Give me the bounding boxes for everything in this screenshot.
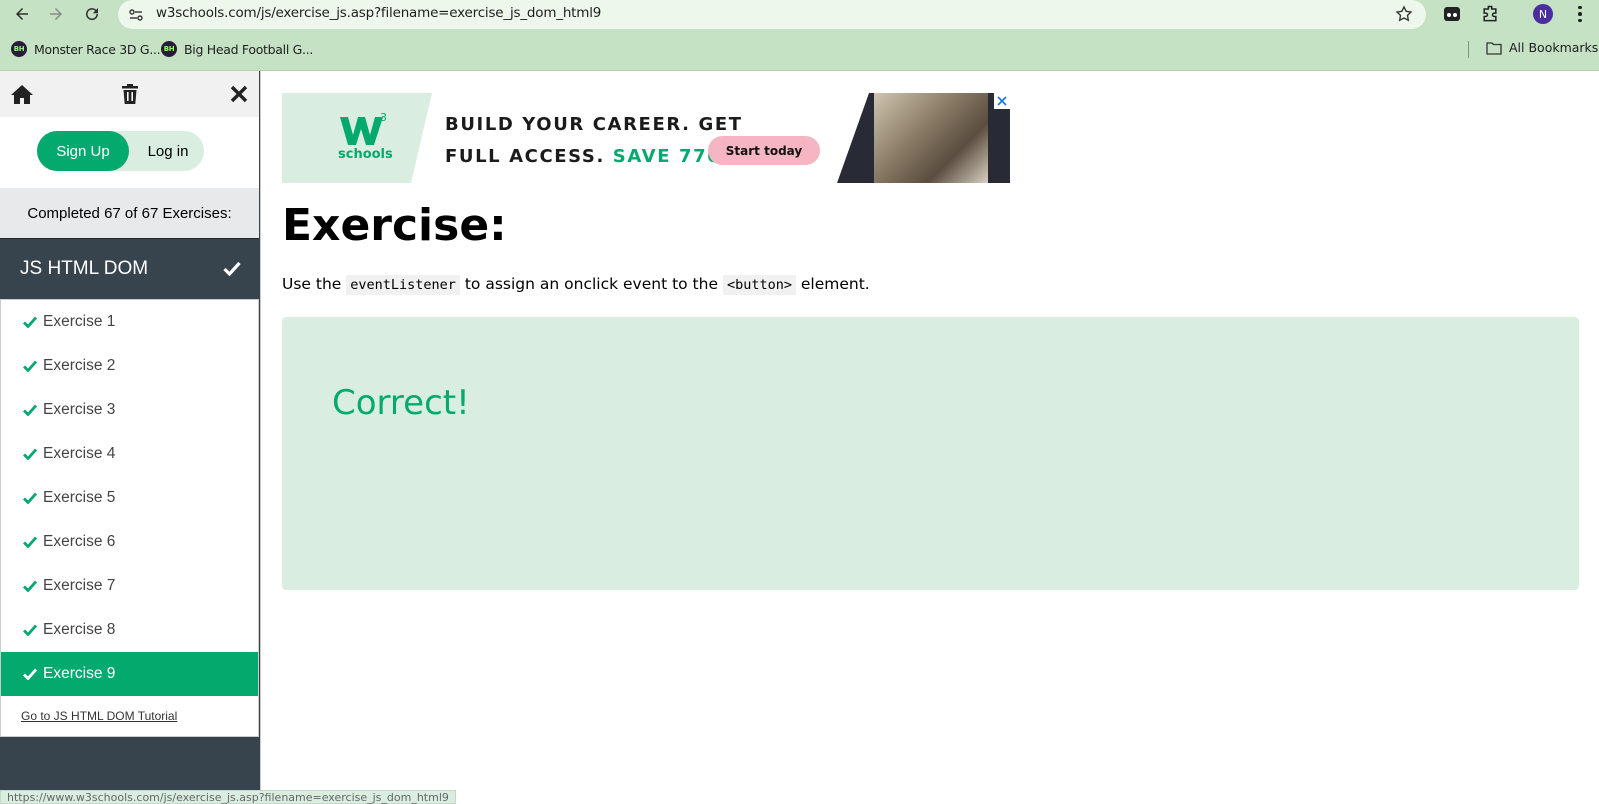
- exercise-label: Exercise 2: [43, 357, 116, 374]
- instruction-text: to assign an onclick event to the: [459, 275, 723, 293]
- game-favicon-icon: BH: [161, 41, 177, 57]
- all-bookmarks-label: All Bookmarks: [1509, 40, 1599, 55]
- exercise-label: Exercise 6: [43, 533, 116, 550]
- check-icon: [23, 668, 37, 680]
- extension-mask-icon[interactable]: [1442, 4, 1462, 24]
- start-today-button[interactable]: Start today: [708, 136, 820, 165]
- forward-button[interactable]: [44, 2, 68, 26]
- result-panel: Correct!: [282, 317, 1579, 590]
- extensions-puzzle-icon[interactable]: [1480, 4, 1500, 24]
- correct-message: Correct!: [332, 383, 470, 423]
- ad-line-1: BUILD YOUR CAREER. GET: [445, 114, 743, 135]
- bookmark-label: Big Head Football G...: [184, 41, 314, 57]
- arrow-right-icon: [50, 8, 62, 20]
- bookmark-item[interactable]: BH Big Head Football G...: [161, 40, 313, 58]
- home-icon[interactable]: [9, 81, 35, 107]
- exercise-item[interactable]: Exercise 6: [1, 520, 258, 564]
- profile-avatar[interactable]: N: [1533, 4, 1553, 24]
- check-icon: [23, 448, 37, 460]
- code-button-tag: <button>: [722, 275, 796, 295]
- section-header[interactable]: JS HTML DOM: [0, 238, 259, 299]
- code-event-listener: eventListener: [346, 275, 460, 295]
- exercise-label: Exercise 5: [43, 489, 116, 506]
- exercise-item-active[interactable]: Exercise 9: [1, 652, 258, 696]
- check-icon: [23, 360, 37, 372]
- exercise-list: Exercise 1 Exercise 2 Exercise 3 Exercis…: [0, 299, 259, 737]
- address-bar[interactable]: w3schools.com/js/exercise_js.asp?filenam…: [118, 0, 1426, 29]
- check-icon: [23, 624, 37, 636]
- ad-close-icon[interactable]: [994, 93, 1010, 109]
- reload-button[interactable]: [80, 2, 104, 26]
- status-bar-url: https://www.w3schools.com/js/exercise_js…: [0, 790, 456, 804]
- back-button[interactable]: [10, 2, 34, 26]
- check-icon: [23, 404, 37, 416]
- ad-logo-text: schools: [338, 147, 393, 162]
- url-text[interactable]: w3schools.com/js/exercise_js.asp?filenam…: [156, 5, 601, 21]
- sidebar-toolbar: [0, 71, 259, 117]
- exercise-item[interactable]: Exercise 2: [1, 344, 258, 388]
- section-title: JS HTML DOM: [20, 258, 149, 279]
- reload-icon: [86, 8, 99, 21]
- check-icon: [23, 316, 37, 328]
- browser-menu-icon[interactable]: [1570, 4, 1590, 24]
- signup-button[interactable]: Sign Up: [37, 131, 129, 171]
- ad-line-2-prefix: FULL ACCESS.: [445, 146, 605, 167]
- ad-headline: BUILD YOUR CAREER. GET FULL ACCESS. SAVE…: [445, 109, 743, 173]
- exercise-item[interactable]: Exercise 8: [1, 608, 258, 652]
- exercise-sidebar: Sign Up Log in Completed 67 of 67 Exerci…: [0, 71, 261, 804]
- site-info-icon[interactable]: [126, 5, 146, 25]
- exercise-label: Exercise 4: [43, 445, 116, 462]
- exercise-label: Exercise 9: [43, 665, 116, 682]
- exercise-item[interactable]: Exercise 7: [1, 564, 258, 608]
- page-title: Exercise:: [282, 200, 507, 251]
- exercise-label: Exercise 1: [43, 313, 116, 330]
- bookmark-item[interactable]: BH Monster Race 3D G...: [11, 40, 161, 58]
- ad-line-2: FULL ACCESS. SAVE 770$: [445, 141, 743, 173]
- tutorial-link[interactable]: Go to JS HTML DOM Tutorial: [1, 696, 258, 736]
- check-icon: [23, 536, 37, 548]
- browser-toolbar: w3schools.com/js/exercise_js.asp?filenam…: [0, 0, 1599, 71]
- check-icon: [223, 261, 241, 276]
- completed-count: Completed 67 of 67 Exercises:: [0, 188, 259, 238]
- all-bookmarks-button[interactable]: All Bookmarks: [1486, 40, 1598, 55]
- trash-icon[interactable]: [117, 81, 143, 107]
- check-icon: [23, 492, 37, 504]
- exercise-item[interactable]: Exercise 3: [1, 388, 258, 432]
- arrow-left-icon: [16, 8, 28, 20]
- instruction-text: element.: [795, 275, 870, 293]
- exercise-label: Exercise 3: [43, 401, 116, 418]
- bookmark-separator: [1468, 41, 1469, 58]
- check-icon: [23, 580, 37, 592]
- exercise-instruction: Use the eventListener to assign an oncli…: [282, 275, 870, 295]
- folder-icon: [1486, 41, 1502, 55]
- exercise-item[interactable]: Exercise 1: [1, 300, 258, 344]
- svg-text:3: 3: [380, 111, 387, 124]
- exercise-label: Exercise 8: [43, 621, 116, 638]
- exercise-item[interactable]: Exercise 5: [1, 476, 258, 520]
- login-button[interactable]: Log in: [138, 131, 198, 171]
- close-icon[interactable]: [226, 81, 252, 107]
- ad-banner[interactable]: 3 schools BUILD YOUR CAREER. GET FULL AC…: [282, 93, 1010, 183]
- bookmark-label: Monster Race 3D G...: [34, 41, 161, 57]
- exercise-label: Exercise 7: [43, 577, 116, 594]
- exercise-item[interactable]: Exercise 4: [1, 432, 258, 476]
- bookmark-star-icon[interactable]: [1394, 4, 1414, 24]
- instruction-text: Use the: [282, 275, 347, 293]
- ad-photo: [874, 93, 988, 183]
- game-favicon-icon: BH: [11, 41, 27, 57]
